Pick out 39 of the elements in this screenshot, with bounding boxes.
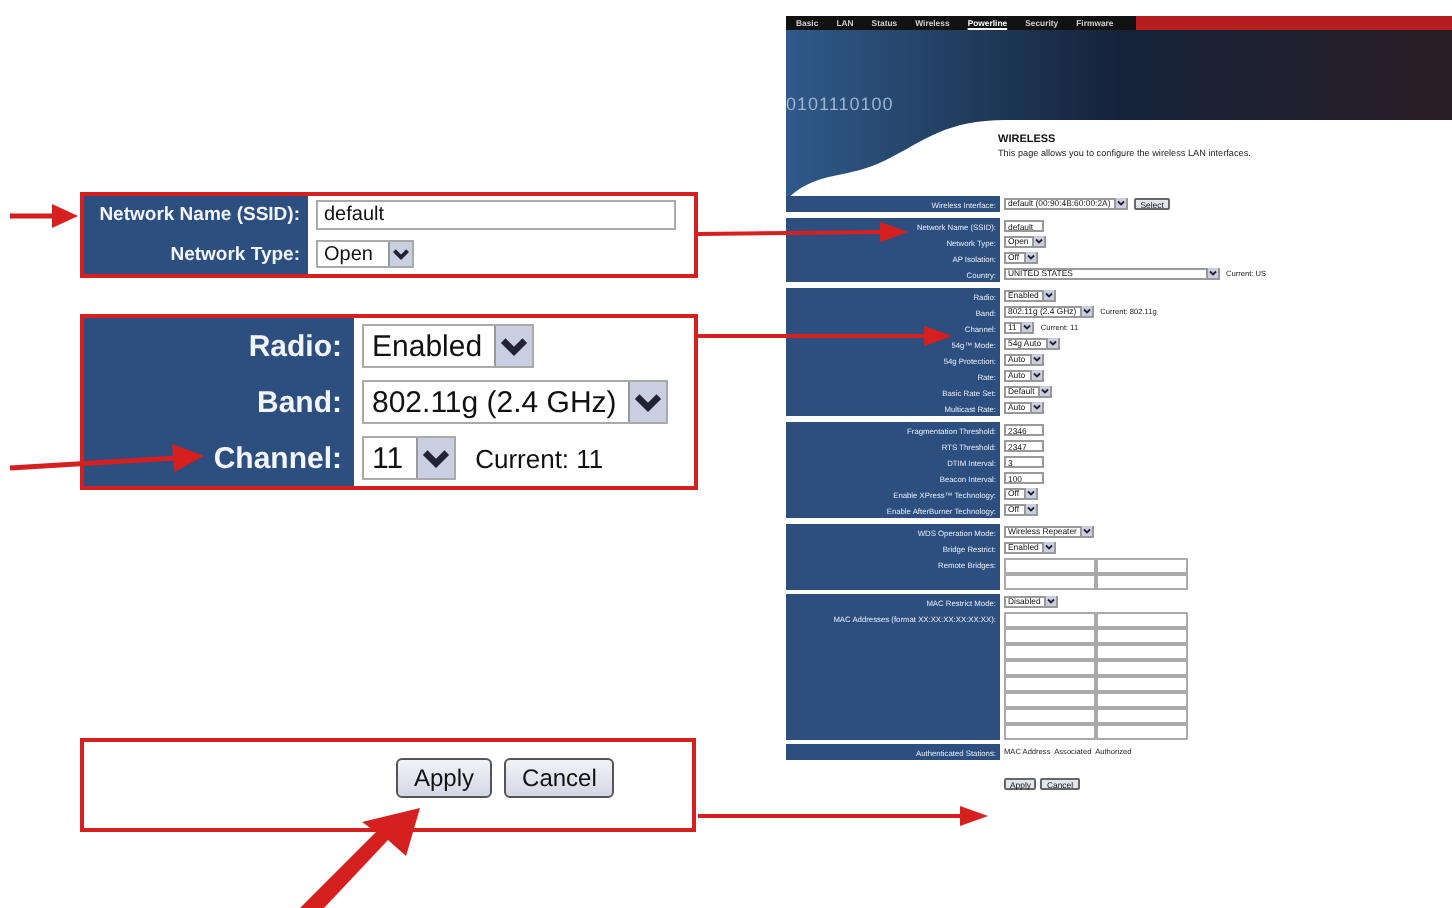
- dropdown[interactable]: Enabled: [362, 324, 535, 368]
- caret-icon: [1042, 542, 1055, 552]
- caret-icon: [388, 242, 413, 267]
- caret-icon: [628, 382, 667, 422]
- banner-binary-text: 0101110100: [786, 94, 894, 114]
- caret-icon: [1042, 290, 1055, 300]
- caret-icon: [1032, 236, 1045, 246]
- caret-icon: [1023, 488, 1036, 498]
- current-value-text: Current: 11: [475, 443, 604, 473]
- form-button[interactable]: Apply: [396, 758, 493, 798]
- dropdown[interactable]: 802.11g (2.4 GHz): [362, 380, 669, 424]
- input-field[interactable]: default: [316, 200, 676, 231]
- field-label: Band:: [84, 374, 354, 430]
- address-input-field[interactable]: [1004, 557, 1096, 573]
- field-label: Network Name (SSID):: [84, 196, 308, 235]
- caret-icon: [1080, 526, 1093, 536]
- caret-icon: [494, 326, 533, 366]
- caret-icon: [1029, 370, 1042, 380]
- address-input-field[interactable]: [1096, 611, 1188, 627]
- caret-icon: [415, 438, 454, 478]
- field-label: Network Type:: [84, 235, 308, 274]
- caret-icon: [1020, 322, 1033, 332]
- caret-icon: [1029, 354, 1042, 364]
- caret-icon: [1029, 402, 1042, 412]
- caret-icon: [1114, 198, 1127, 208]
- caret-icon: [1038, 386, 1051, 396]
- dropdown[interactable]: Open: [316, 240, 415, 269]
- address-input-field[interactable]: [1096, 557, 1188, 573]
- caret-icon: [1206, 268, 1218, 278]
- caret-icon: [1023, 252, 1036, 262]
- caret-icon: [1044, 596, 1057, 606]
- field-label: Channel:: [84, 430, 354, 486]
- caret-icon: [1045, 338, 1058, 348]
- caret-icon: [1023, 504, 1036, 514]
- field-label: Radio:: [84, 318, 354, 374]
- dropdown[interactable]: 11: [362, 436, 456, 480]
- caret-icon: [1080, 306, 1093, 316]
- form-button[interactable]: Cancel: [504, 758, 615, 798]
- address-input-field[interactable]: [1004, 611, 1096, 627]
